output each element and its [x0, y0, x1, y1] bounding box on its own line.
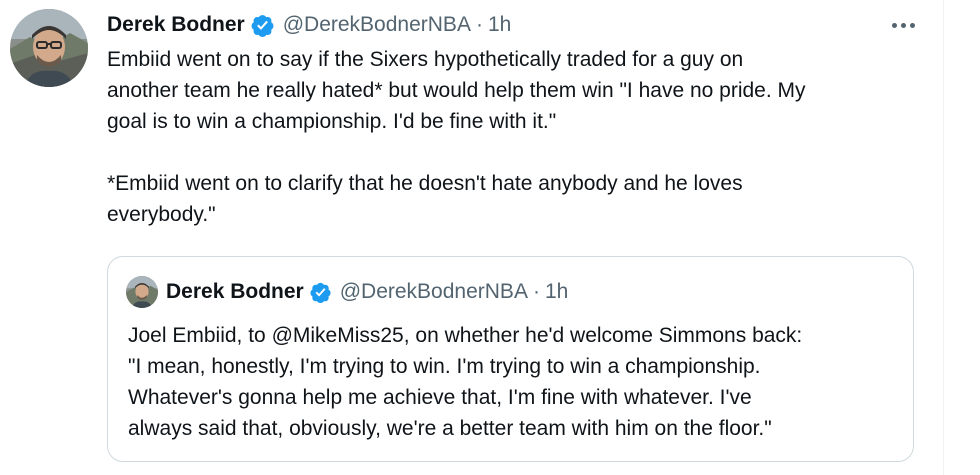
tweet-timestamp[interactable]: 1h [488, 13, 511, 37]
quoted-author-name: Derek Bodner [166, 280, 304, 303]
tweet-text: Embiid went on to say if the Sixers hypo… [107, 44, 927, 230]
quoted-text-line: Joel Embiid, to @MikeMiss25, on whether … [128, 324, 803, 347]
more-options-icon[interactable] [886, 14, 920, 36]
tweet-text-line: another team he really hated* but would … [107, 79, 806, 102]
quoted-author-avatar [126, 276, 158, 308]
verified-badge-icon [250, 13, 275, 38]
quoted-tweet[interactable]: Derek Bodner @DerekBodnerNBA · 1h Joel E… [107, 256, 914, 462]
tweet-text-line: Embiid went on to say if the Sixers hypo… [107, 48, 744, 71]
tweet-text-line: *Embiid went on to clarify that he doesn… [107, 172, 743, 195]
quoted-text-line: always said that, obviously, we're a bet… [128, 417, 772, 440]
author-handle[interactable]: @DerekBodnerNBA [283, 13, 471, 37]
tweet-text-line: everybody." [107, 203, 216, 226]
quoted-text-line: Whatever's gonna help me achieve that, I… [128, 386, 752, 409]
separator-dot: · [532, 280, 540, 303]
quoted-text-line: "I mean, honestly, I'm trying to win. I'… [128, 355, 761, 378]
verified-badge-icon [309, 281, 332, 304]
quoted-author-handle: @DerekBodnerNBA [339, 280, 528, 303]
tweet-header: Derek Bodner @DerekBodnerNBA · 1h [107, 10, 511, 40]
tweet[interactable]: Derek Bodner @DerekBodnerNBA · 1h Embiid… [0, 0, 943, 475]
quoted-tweet-text: Joel Embiid, to @MikeMiss25, on whether … [128, 320, 908, 444]
author-avatar[interactable] [10, 9, 88, 87]
tweet-text-line: goal is to win a championship. I'd be fi… [107, 110, 557, 133]
author-name[interactable]: Derek Bodner [107, 13, 245, 37]
quoted-tweet-header: Derek Bodner @DerekBodnerNBA · 1h [166, 277, 568, 307]
quoted-tweet-timestamp: 1h [544, 280, 569, 303]
timeline-border [943, 0, 944, 475]
separator-dot: · [475, 13, 483, 36]
